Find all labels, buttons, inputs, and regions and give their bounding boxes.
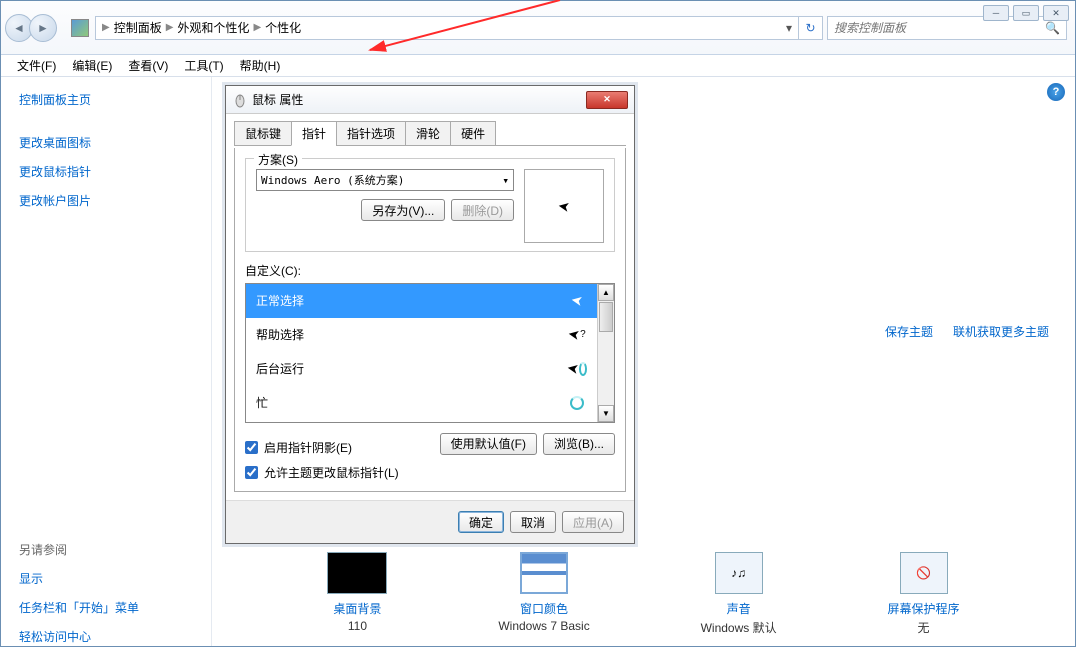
apply-button: 应用(A) xyxy=(562,511,624,533)
busy-cursor-icon xyxy=(567,393,587,413)
arrow-cursor-icon: ➤ xyxy=(567,291,587,311)
dialog-close-button[interactable]: ✕ xyxy=(586,91,628,109)
desktop-bg-icon xyxy=(327,552,387,594)
breadcrumb[interactable]: ▶ 控制面板 ▶ 外观和个性化 ▶ 个性化 ▾ xyxy=(95,16,799,40)
mouse-properties-dialog: 鼠标 属性 ✕ 鼠标键 指针 指针选项 滑轮 硬件 方案(S) Windows … xyxy=(225,85,635,544)
item-sound[interactable]: ♪♫ 声音 Windows 默认 xyxy=(701,552,777,636)
tab-pointer-options[interactable]: 指针选项 xyxy=(336,121,406,146)
tab-panel-pointers: 方案(S) Windows Aero (系统方案) ▾ 另存为(V)... 删除… xyxy=(234,148,626,492)
tab-hardware[interactable]: 硬件 xyxy=(450,121,496,146)
delete-button: 删除(D) xyxy=(451,199,514,221)
save-as-button[interactable]: 另存为(V)... xyxy=(361,199,445,221)
cursor-item-background[interactable]: 后台运行 ➤ xyxy=(246,352,597,386)
search-icon[interactable]: 🔍 xyxy=(1045,21,1060,35)
menubar: 文件(F) 编辑(E) 查看(V) 工具(T) 帮助(H) xyxy=(1,55,1075,77)
scrollbar[interactable]: ▲ ▼ xyxy=(597,284,614,422)
nav-back-forward: ◄ ► xyxy=(5,14,57,42)
chevron-right-icon: ▶ xyxy=(166,22,174,33)
ok-button[interactable]: 确定 xyxy=(458,511,504,533)
close-button[interactable]: ✕ xyxy=(1043,5,1069,21)
arrow-cursor-icon: ➤ xyxy=(557,197,572,216)
item-screensaver[interactable]: 🚫 屏幕保护程序 无 xyxy=(888,552,960,636)
item-desktop-bg[interactable]: 桌面背景 110 xyxy=(327,552,387,636)
window-color-icon xyxy=(520,552,568,594)
tab-buttons[interactable]: 鼠标键 xyxy=(234,121,292,146)
dialog-buttons: 确定 取消 应用(A) xyxy=(226,500,634,543)
get-themes-link[interactable]: 联机获取更多主题 xyxy=(953,323,1049,340)
sidebar: 控制面板主页 更改桌面图标 更改鼠标指针 更改帐户图片 另请参阅 显示 任务栏和… xyxy=(1,77,211,646)
scroll-thumb[interactable] xyxy=(599,302,613,332)
scroll-track[interactable] xyxy=(598,333,614,405)
cursor-item-help[interactable]: 帮助选择 ➤? xyxy=(246,318,597,352)
custom-label: 自定义(C): xyxy=(245,262,615,279)
help-icon[interactable]: ? xyxy=(1047,83,1065,101)
address-icon xyxy=(71,19,89,37)
tab-pointers[interactable]: 指针 xyxy=(291,121,337,146)
forward-button[interactable]: ► xyxy=(29,14,57,42)
help-cursor-icon: ➤? xyxy=(567,325,587,345)
see-also-title: 另请参阅 xyxy=(19,541,193,558)
screensaver-icon: 🚫 xyxy=(900,552,948,594)
cursor-list: 正常选择 ➤ 帮助选择 ➤? 后台运行 ➤ 忙 xyxy=(245,283,615,423)
dropdown-icon: ▾ xyxy=(502,174,509,187)
sidebar-link-desktop-icons[interactable]: 更改桌面图标 xyxy=(19,134,193,151)
scheme-label: 方案(S) xyxy=(254,151,302,168)
breadcrumb-item[interactable]: 控制面板 xyxy=(114,19,162,36)
enable-shadow-input[interactable] xyxy=(245,441,258,454)
mouse-icon xyxy=(232,92,248,108)
dialog-title: 鼠标 属性 xyxy=(252,91,586,108)
background-cursor-icon: ➤ xyxy=(567,359,587,379)
allow-theme-checkbox[interactable]: 允许主题更改鼠标指针(L) xyxy=(245,464,615,481)
menu-file[interactable]: 文件(F) xyxy=(9,55,64,76)
titlebar: ─ ▭ ✕ ◄ ► ▶ 控制面板 ▶ 外观和个性化 ▶ 个性化 ▾ ↻ 🔍 xyxy=(1,1,1075,55)
enable-shadow-checkbox[interactable]: 启用指针阴影(E) xyxy=(245,439,352,456)
item-window-color[interactable]: 窗口颜色 Windows 7 Basic xyxy=(498,552,589,636)
cancel-button[interactable]: 取消 xyxy=(510,511,556,533)
window-controls: ─ ▭ ✕ xyxy=(983,5,1069,21)
sidebar-link-ease-access[interactable]: 轻松访问中心 xyxy=(19,628,193,645)
cursor-item-busy[interactable]: 忙 xyxy=(246,386,597,420)
scroll-up-button[interactable]: ▲ xyxy=(598,284,614,301)
cursor-item-normal[interactable]: 正常选择 ➤ xyxy=(246,284,597,318)
save-theme-link[interactable]: 保存主题 xyxy=(885,323,933,340)
sidebar-link-taskbar[interactable]: 任务栏和「开始」菜单 xyxy=(19,599,193,616)
cursor-preview: ➤ xyxy=(524,169,604,243)
maximize-button[interactable]: ▭ xyxy=(1013,5,1039,21)
sidebar-link-home[interactable]: 控制面板主页 xyxy=(19,91,193,108)
scheme-select[interactable]: Windows Aero (系统方案) ▾ xyxy=(256,169,514,191)
use-default-button[interactable]: 使用默认值(F) xyxy=(440,433,537,455)
breadcrumb-item[interactable]: 个性化 xyxy=(265,19,301,36)
scroll-down-button[interactable]: ▼ xyxy=(598,405,614,422)
scheme-groupbox: 方案(S) Windows Aero (系统方案) ▾ 另存为(V)... 删除… xyxy=(245,158,615,252)
breadcrumb-item[interactable]: 外观和个性化 xyxy=(177,19,249,36)
minimize-button[interactable]: ─ xyxy=(983,5,1009,21)
menu-help[interactable]: 帮助(H) xyxy=(232,55,289,76)
dropdown-icon[interactable]: ▾ xyxy=(786,21,792,35)
sidebar-link-mouse-pointers[interactable]: 更改鼠标指针 xyxy=(19,163,193,180)
allow-theme-input[interactable] xyxy=(245,466,258,479)
chevron-right-icon: ▶ xyxy=(102,22,110,33)
menu-view[interactable]: 查看(V) xyxy=(120,55,176,76)
chevron-right-icon: ▶ xyxy=(253,22,261,33)
tab-wheel[interactable]: 滑轮 xyxy=(405,121,451,146)
dialog-body: 鼠标键 指针 指针选项 滑轮 硬件 方案(S) Windows Aero (系统… xyxy=(226,114,634,500)
tab-strip: 鼠标键 指针 指针选项 滑轮 硬件 xyxy=(234,120,626,146)
browse-button[interactable]: 浏览(B)... xyxy=(543,433,615,455)
search-input[interactable] xyxy=(834,21,1045,35)
dialog-titlebar[interactable]: 鼠标 属性 ✕ xyxy=(226,86,634,114)
menu-edit[interactable]: 编辑(E) xyxy=(64,55,120,76)
theme-links: 保存主题 联机获取更多主题 xyxy=(885,323,1049,340)
menu-tools[interactable]: 工具(T) xyxy=(176,55,231,76)
refresh-button[interactable]: ↻ xyxy=(799,16,823,40)
personalization-items: 桌面背景 110 窗口颜色 Windows 7 Basic ♪♫ 声音 Wind… xyxy=(212,552,1075,636)
sidebar-link-display[interactable]: 显示 xyxy=(19,570,193,587)
sound-icon: ♪♫ xyxy=(715,552,763,594)
sidebar-link-account-picture[interactable]: 更改帐户图片 xyxy=(19,192,193,209)
